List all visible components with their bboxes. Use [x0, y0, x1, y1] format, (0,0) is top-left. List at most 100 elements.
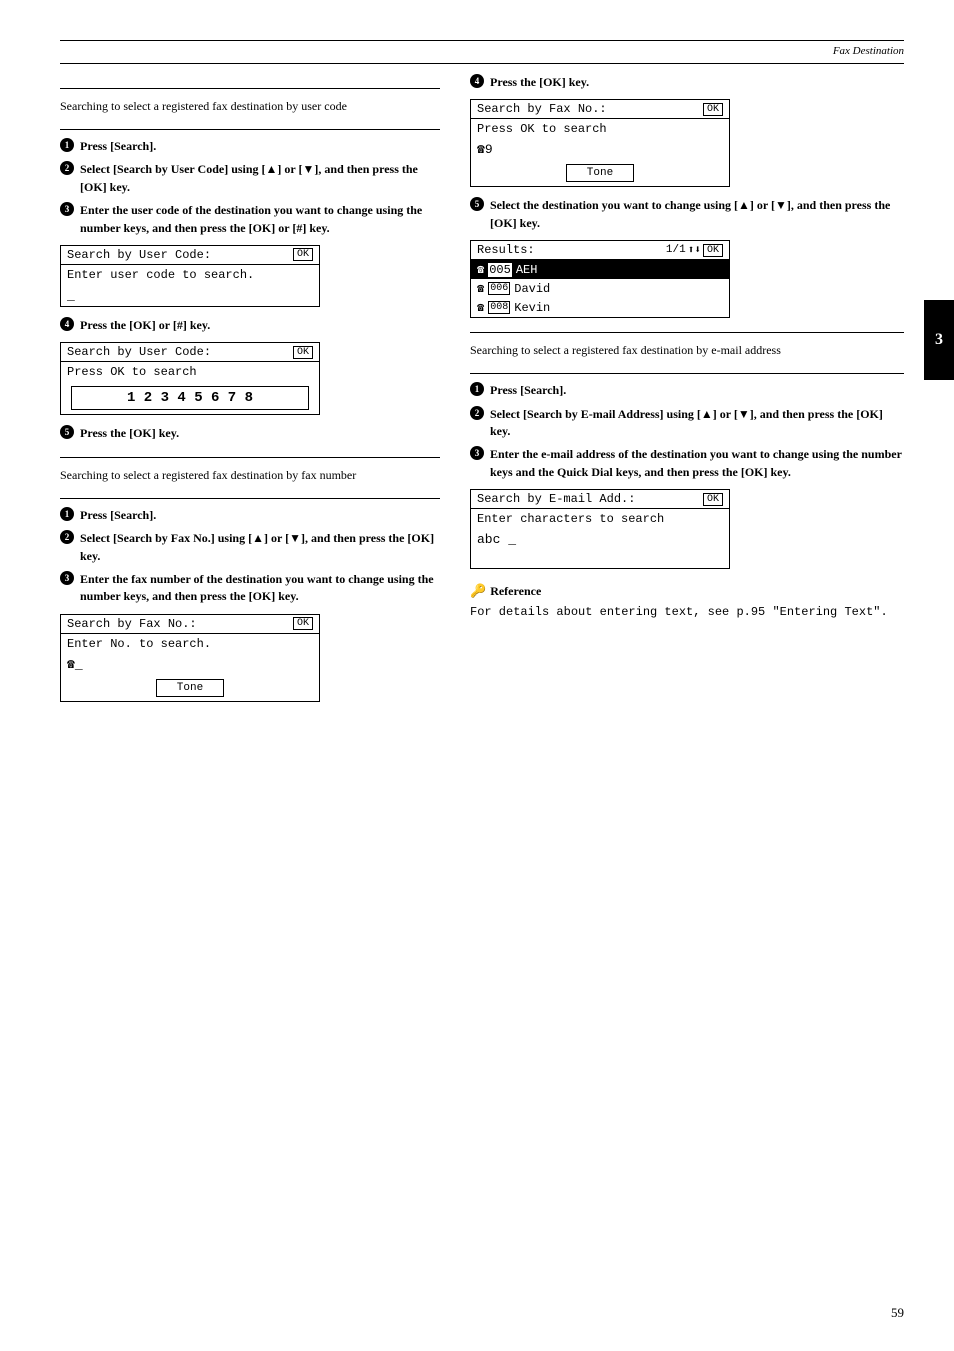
lcd-screen-6: Search by E-mail Add.: OK Enter characte…	[470, 489, 730, 569]
lcd6-row3: abc _	[471, 529, 729, 550]
email-step3-num: 3	[470, 446, 484, 460]
lcd4-ok: OK	[703, 103, 723, 116]
top-rule	[60, 40, 904, 41]
lcd5-row3-icon: ☎	[477, 300, 484, 315]
lcd4-button-row: Tone	[471, 160, 729, 186]
email-step3: 3 Enter the e-mail address of the destin…	[470, 446, 904, 481]
lcd6-empty-row	[471, 550, 729, 568]
reference-text: For details about entering text, see p.9…	[470, 603, 904, 621]
email-step2-num: 2	[470, 406, 484, 420]
lcd5-row3-name: Kevin	[514, 301, 550, 315]
lcd-screen-1: Search by User Code: OK Enter user code …	[60, 245, 320, 307]
lcd3-row2: Enter No. to search.	[61, 634, 319, 654]
section3-heading: Searching to select a registered fax des…	[470, 341, 904, 359]
lcd2-title: Search by User Code:	[67, 345, 211, 359]
fax-step2: 2 Select [Search by Fax No.] using [▲] o…	[60, 530, 440, 565]
email-step3-text: Enter the e-mail address of the destinat…	[490, 446, 904, 481]
step3-text: Enter the user code of the destination y…	[80, 202, 440, 237]
reference-section: 🔑 Reference For details about entering t…	[470, 583, 904, 621]
step1: 1 Press [Search].	[60, 138, 440, 155]
email-step1-num: 1	[470, 382, 484, 396]
page-number: 59	[891, 1305, 904, 1321]
lcd5-result-row-1: ☎ 005 AEH	[471, 260, 729, 279]
right-fax-step5: 5 Select the destination you want to cha…	[470, 197, 904, 232]
step4-num: 4	[60, 317, 74, 331]
section1-divider2	[60, 129, 440, 130]
section3-divider2	[470, 373, 904, 374]
tab-indicator: 3	[924, 300, 954, 380]
lcd3-title: Search by Fax No.:	[67, 617, 197, 631]
lcd6-title-row: Search by E-mail Add.: OK	[471, 490, 729, 509]
lcd3-tone-button[interactable]: Tone	[156, 679, 224, 697]
section1-divider	[60, 88, 440, 89]
step2-num: 2	[60, 161, 74, 175]
lcd-screen-2: Search by User Code: OK Press OK to sear…	[60, 342, 320, 415]
fax-step3-text: Enter the fax number of the destination …	[80, 571, 440, 606]
step1-num: 1	[60, 138, 74, 152]
lcd6-ok: OK	[703, 493, 723, 506]
email-step2: 2 Select [Search by E-mail Address] usin…	[470, 406, 904, 441]
lcd6-title: Search by E-mail Add.:	[477, 492, 635, 506]
step5: 5 Press the [OK] key.	[60, 425, 440, 442]
step1-text: Press [Search].	[80, 138, 156, 155]
right-fax-step4: 4 Press the [OK] key.	[470, 74, 904, 91]
step2-text: Select [Search by User Code] using [▲] o…	[80, 161, 440, 196]
lcd4-tone-button[interactable]: Tone	[566, 164, 634, 182]
right-fax-step4-num: 4	[470, 74, 484, 88]
email-step1: 1 Press [Search].	[470, 382, 904, 399]
step4-text: Press the [OK] or [#] key.	[80, 317, 210, 334]
right-fax-step5-num: 5	[470, 197, 484, 211]
lcd3-row3: ☎_	[61, 654, 319, 675]
lcd5-nav-arrows: ⬆⬇	[688, 243, 701, 257]
lcd1-ok: OK	[293, 248, 313, 261]
lcd2-title-row: Search by User Code: OK	[61, 343, 319, 362]
lcd5-row2-num: 006	[488, 282, 510, 295]
page-header: Fax Destination	[60, 45, 904, 64]
lcd2-ok: OK	[293, 346, 313, 359]
lcd2-row3: 1 2 3 4 5 6 7 8	[71, 386, 309, 410]
step5-text: Press the [OK] key.	[80, 425, 179, 442]
right-fax-step4-text: Press the [OK] key.	[490, 74, 589, 91]
lcd5-row1-name: AEH	[516, 263, 538, 277]
lcd-screen-5-results: Results: 1/1 ⬆⬇ OK ☎ 005 AEH ☎ 006 David	[470, 240, 730, 318]
fax-step1: 1 Press [Search].	[60, 507, 440, 524]
lcd5-row2-name: David	[514, 282, 550, 296]
email-step2-text: Select [Search by E-mail Address] using …	[490, 406, 904, 441]
section3-divider	[470, 332, 904, 333]
lcd4-row2: Press OK to search	[471, 119, 729, 139]
lcd1-title: Search by User Code:	[67, 248, 211, 262]
lcd3-title-row: Search by Fax No.: OK	[61, 615, 319, 634]
lcd6-row2: Enter characters to search	[471, 509, 729, 529]
lcd4-title: Search by Fax No.:	[477, 102, 607, 116]
step4: 4 Press the [OK] or [#] key.	[60, 317, 440, 334]
lcd-screen-4: Search by Fax No.: OK Press OK to search…	[470, 99, 730, 187]
lcd5-row1-num: 005	[488, 263, 512, 277]
lcd-screen-3: Search by Fax No.: OK Enter No. to searc…	[60, 614, 320, 702]
lcd5-row1-icon: ☎	[477, 262, 484, 277]
section1-heading: Searching to select a registered fax des…	[60, 97, 440, 115]
section2-divider	[60, 457, 440, 458]
lcd1-title-row: Search by User Code: OK	[61, 246, 319, 265]
lcd1-row2: Enter user code to search.	[61, 265, 319, 285]
step5-num: 5	[60, 425, 74, 439]
fax-step3-num: 3	[60, 571, 74, 585]
lcd5-title-row: Results: 1/1 ⬆⬇ OK	[471, 241, 729, 260]
lcd5-row3-num: 008	[488, 301, 510, 314]
step3-num: 3	[60, 202, 74, 216]
main-content: Searching to select a registered fax des…	[60, 74, 904, 712]
lcd5-result-row-2: ☎006David	[471, 279, 729, 298]
fax-step1-num: 1	[60, 507, 74, 521]
header-title: Fax Destination	[833, 45, 904, 57]
section2-divider2	[60, 498, 440, 499]
right-fax-step5-text: Select the destination you want to chang…	[490, 197, 904, 232]
fax-step3: 3 Enter the fax number of the destinatio…	[60, 571, 440, 606]
lcd2-row2: Press OK to search	[61, 362, 319, 382]
lcd5-ok: OK	[703, 244, 723, 257]
lcd4-row3: ☎9	[471, 139, 729, 160]
fax-step2-text: Select [Search by Fax No.] using [▲] or …	[80, 530, 440, 565]
lcd5-page-info: 1/1	[666, 244, 686, 256]
step2: 2 Select [Search by User Code] using [▲]…	[60, 161, 440, 196]
left-column: Searching to select a registered fax des…	[60, 74, 440, 712]
lcd5-result-row-3: ☎ 008 Kevin	[471, 298, 729, 317]
right-column: 4 Press the [OK] key. Search by Fax No.:…	[470, 74, 904, 712]
